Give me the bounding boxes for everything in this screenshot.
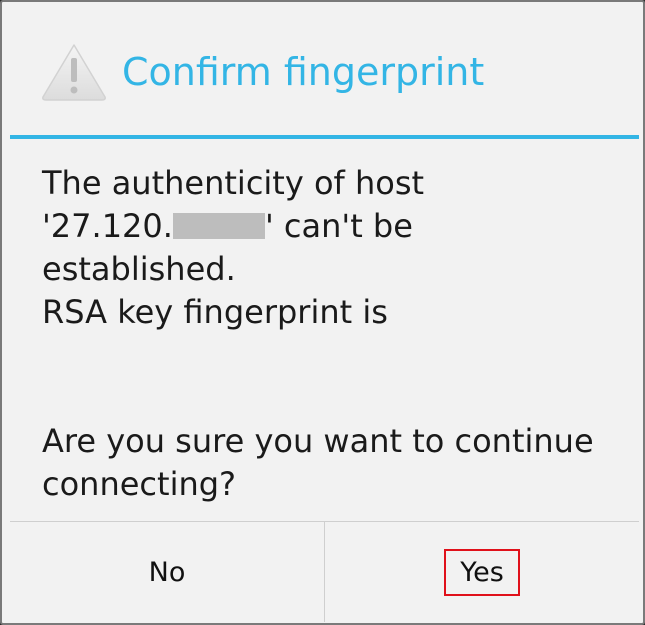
yes-button[interactable]: Yes (325, 522, 639, 622)
confirm-fingerprint-dialog: Confirm fingerprint The authenticity of … (0, 0, 645, 625)
no-button[interactable]: No (10, 522, 325, 622)
message-line-3: established. (42, 250, 236, 288)
dialog-title-bar: Confirm fingerprint (2, 2, 643, 136)
redacted-host-block (172, 213, 265, 239)
warning-icon (42, 44, 106, 101)
dialog-button-bar: No Yes (10, 521, 639, 622)
question-line-1: Are you sure you want to continue (42, 422, 594, 460)
host-suffix: ' can't be (264, 207, 413, 245)
message-line-2: '27.120. ' can't be (42, 205, 632, 248)
dialog-title: Confirm fingerprint (122, 50, 485, 94)
host-prefix: '27.120. (42, 207, 173, 245)
message-line-1: The authenticity of host (42, 164, 425, 202)
yes-button-label: Yes (444, 548, 520, 596)
question-line-2: connecting? (42, 465, 237, 503)
message-line-4: RSA key fingerprint is (42, 293, 388, 331)
title-divider (10, 135, 639, 139)
no-button-label: No (148, 556, 186, 588)
dialog-message: The authenticity of host '27.120. ' can't… (42, 162, 632, 506)
